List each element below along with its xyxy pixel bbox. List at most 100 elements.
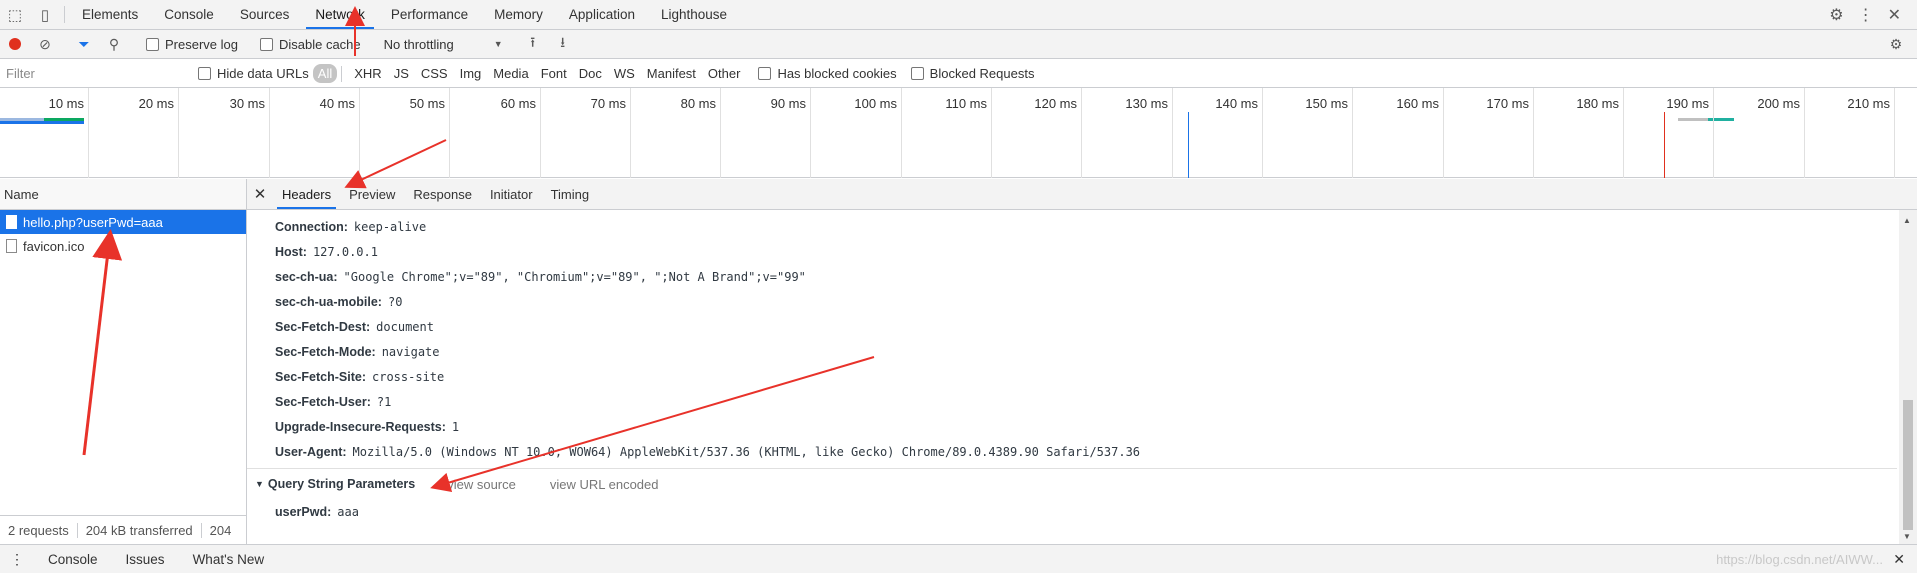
tab-response[interactable]: Response xyxy=(404,179,481,209)
has-blocked-cookies-checkbox[interactable]: Has blocked cookies xyxy=(758,66,897,81)
view-source-link[interactable]: view source xyxy=(447,477,516,492)
detail-tabs: ✕ Headers Preview Response Initiator Tim… xyxy=(247,179,1917,210)
export-har-icon[interactable]: ⭳ xyxy=(548,32,578,56)
header-name: Host: xyxy=(275,244,307,259)
checkbox-box[interactable] xyxy=(910,67,924,80)
query-param-row: userPwd: aaa xyxy=(247,499,1897,524)
device-toolbar-icon[interactable]: ▯ xyxy=(30,0,60,29)
drawer-tab-whats-new[interactable]: What's New xyxy=(179,552,279,567)
view-url-encoded-link[interactable]: view URL encoded xyxy=(550,477,659,492)
throttling-select[interactable]: No throttling ▼ xyxy=(384,37,509,52)
checkbox-box[interactable] xyxy=(198,67,211,80)
filter-type-js[interactable]: JS xyxy=(390,64,413,83)
network-settings-gear-icon[interactable]: ⚙ xyxy=(1881,36,1911,53)
clear-icon[interactable]: ⊘ xyxy=(30,36,60,53)
header-value: ?1 xyxy=(376,394,392,409)
timeline-gridline xyxy=(901,88,902,178)
tab-network[interactable]: Network xyxy=(302,0,378,29)
tab-sources[interactable]: Sources xyxy=(227,0,303,29)
scrollbar-thumb[interactable] xyxy=(1903,400,1913,530)
divider xyxy=(64,6,65,23)
scroll-down-icon[interactable]: ▼ xyxy=(1903,532,1911,541)
close-icon[interactable]: ✕ xyxy=(247,185,273,203)
drawer-menu-icon[interactable]: ⋮ xyxy=(0,551,34,568)
filter-type-other[interactable]: Other xyxy=(704,64,745,83)
checkbox-box[interactable] xyxy=(758,67,772,80)
inspect-element-icon[interactable]: ⬚ xyxy=(0,0,30,29)
header-row: Sec-Fetch-Dest: document xyxy=(247,314,1897,339)
tab-performance[interactable]: Performance xyxy=(378,0,481,29)
request-count: 2 requests xyxy=(0,522,78,538)
header-value: 1 xyxy=(451,419,460,434)
timeline-gridline xyxy=(1262,88,1263,178)
timeline-tick-label: 90 ms xyxy=(770,96,806,111)
header-row: Sec-Fetch-User: ?1 xyxy=(247,389,1897,414)
filter-type-img[interactable]: Img xyxy=(456,64,486,83)
filter-type-ws[interactable]: WS xyxy=(610,64,639,83)
close-devtools-icon[interactable]: ✕ xyxy=(1888,5,1901,25)
filter-type-xhr[interactable]: XHR xyxy=(350,64,385,83)
scroll-up-icon[interactable]: ▲ xyxy=(1903,216,1911,225)
header-value: Mozilla/5.0 (Windows NT 10.0; WOW64) App… xyxy=(352,444,1141,459)
filter-type-doc[interactable]: Doc xyxy=(575,64,606,83)
header-name: Sec-Fetch-Dest: xyxy=(275,319,371,334)
header-value: cross-site xyxy=(372,369,445,384)
timeline-gridline xyxy=(269,88,270,178)
timeline-gridline xyxy=(810,88,811,178)
drawer-tab-issues[interactable]: Issues xyxy=(112,552,179,567)
search-icon[interactable]: ⚲ xyxy=(99,36,129,53)
filter-type-manifest[interactable]: Manifest xyxy=(643,64,700,83)
tab-application[interactable]: Application xyxy=(556,0,648,29)
tab-lighthouse[interactable]: Lighthouse xyxy=(648,0,740,29)
more-options-icon[interactable]: ⋮ xyxy=(1858,5,1874,25)
file-icon xyxy=(6,239,17,253)
blocked-requests-label: Blocked Requests xyxy=(929,66,1035,81)
header-row: User-Agent: Mozilla/5.0 (Windows NT 10.0;… xyxy=(247,439,1897,464)
record-button[interactable] xyxy=(0,38,30,50)
filter-type-all[interactable]: All xyxy=(312,64,338,83)
header-name: Sec-Fetch-User: xyxy=(275,394,371,409)
tab-elements[interactable]: Elements xyxy=(69,0,151,29)
tab-initiator[interactable]: Initiator xyxy=(481,179,542,209)
drawer-tab-console[interactable]: Console xyxy=(34,552,112,567)
disable-cache-checkbox[interactable]: Disable cache xyxy=(259,37,361,52)
query-string-section-header[interactable]: ▼ Query String Parameters view source vi… xyxy=(247,468,1897,499)
settings-gear-icon[interactable]: ⚙ xyxy=(1829,5,1843,25)
checkbox-box[interactable] xyxy=(259,37,273,51)
header-value: ?0 xyxy=(387,294,403,309)
name-column-header[interactable]: Name xyxy=(0,179,246,210)
tab-timing[interactable]: Timing xyxy=(542,179,599,209)
timeline-tick-label: 150 ms xyxy=(1305,96,1348,111)
load-event-marker xyxy=(1664,112,1665,178)
timeline-tick-label: 200 ms xyxy=(1757,96,1800,111)
hide-data-urls-checkbox[interactable]: Hide data URLs xyxy=(198,66,309,81)
throttling-value: No throttling xyxy=(383,36,454,52)
filter-type-media[interactable]: Media xyxy=(489,64,532,83)
tab-preview[interactable]: Preview xyxy=(340,179,404,209)
request-name: hello.php?userPwd=aaa xyxy=(23,214,163,230)
checkbox-box[interactable] xyxy=(146,37,159,51)
header-value: 127.0.0.1 xyxy=(312,244,378,259)
request-row[interactable]: favicon.ico xyxy=(0,234,246,258)
vertical-scrollbar[interactable]: ▲ ▼ xyxy=(1899,210,1917,544)
filter-icon[interactable]: ⏷ xyxy=(69,36,99,53)
preserve-log-checkbox[interactable]: Preserve log xyxy=(146,37,238,52)
blocked-requests-checkbox[interactable]: Blocked Requests xyxy=(910,66,1035,81)
import-har-icon[interactable]: ⭱ xyxy=(518,32,548,56)
request-row[interactable]: hello.php?userPwd=aaa xyxy=(0,210,246,234)
timeline-tick-label: 20 ms xyxy=(138,96,174,111)
header-row: Host: 127.0.0.1 xyxy=(247,239,1897,264)
tab-headers[interactable]: Headers xyxy=(273,179,340,209)
timeline-overview[interactable]: 10 ms 20 ms 30 ms 40 ms 50 ms 60 ms 70 ms 80 ms… xyxy=(0,88,1917,178)
filter-type-font[interactable]: Font xyxy=(537,64,571,83)
timeline-gridline xyxy=(720,88,721,178)
timeline-gridline xyxy=(1804,88,1805,178)
header-name: User-Agent: xyxy=(275,444,347,459)
header-name: Sec-Fetch-Mode: xyxy=(275,344,376,359)
filter-input[interactable] xyxy=(0,62,186,85)
close-drawer-icon[interactable]: ✕ xyxy=(1893,551,1905,568)
network-summary-bar: 2 requests 204 kB transferred 204 xyxy=(0,515,246,544)
tab-console[interactable]: Console xyxy=(151,0,227,29)
tab-memory[interactable]: Memory xyxy=(481,0,556,29)
filter-type-css[interactable]: CSS xyxy=(417,64,452,83)
